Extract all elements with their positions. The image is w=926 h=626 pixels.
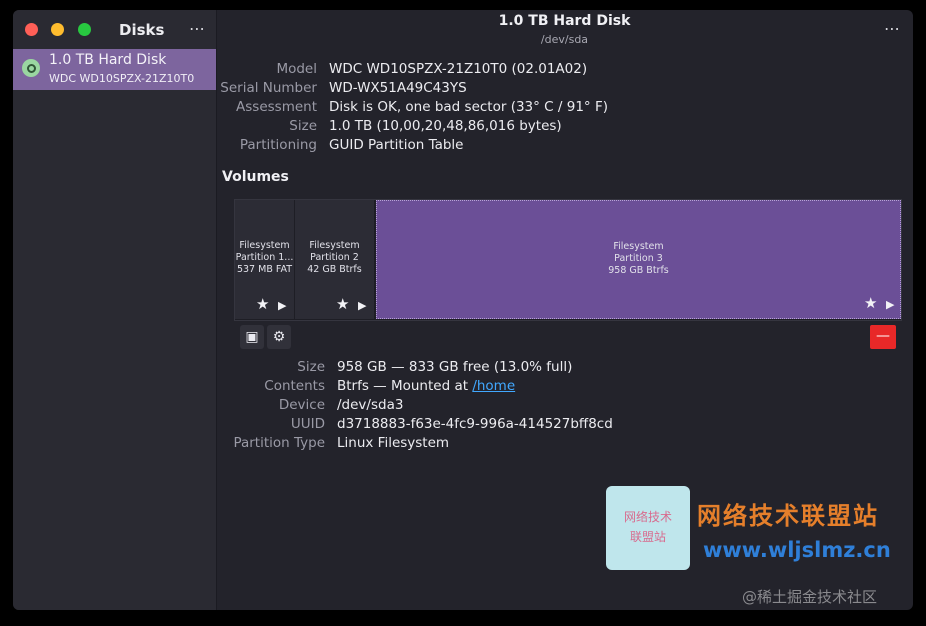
uuid-value: d3718883-f63e-4fc9-996a-414527bff8cd bbox=[337, 416, 613, 432]
watermark-logo-line1: 网络技术 bbox=[623, 510, 672, 524]
disk-device-path: /dev/sda bbox=[540, 33, 589, 46]
partition-2-type: Filesystem bbox=[309, 240, 360, 251]
sidebar-menu-button[interactable]: ⋯ bbox=[189, 19, 206, 38]
partition-1-size: 537 MB FAT bbox=[236, 264, 293, 275]
star-icon: ★ bbox=[336, 295, 350, 313]
unmount-button[interactable]: ▣ bbox=[240, 325, 264, 349]
disks-window: Disks ⋯ 1.0 TB Hard Disk WDC WD10SPZX-21… bbox=[13, 10, 913, 610]
partition-1-text: Filesystem Partition 1... 537 MB FAT bbox=[235, 240, 294, 276]
partition-3-type: Filesystem bbox=[613, 241, 664, 252]
volumes-heading: Volumes bbox=[222, 169, 289, 185]
partition-settings-button[interactable]: ⚙ bbox=[267, 325, 291, 349]
disk-item-name: 1.0 TB Hard Disk bbox=[49, 52, 167, 68]
assessment-label: Assessment bbox=[236, 99, 317, 115]
star-icon: ★ bbox=[864, 294, 878, 312]
maximize-window-button[interactable] bbox=[78, 23, 91, 36]
watermark-url: www.wljslmz.cn bbox=[703, 538, 891, 562]
partitioning-label: Partitioning bbox=[239, 137, 317, 153]
partition-1-block[interactable]: Filesystem Partition 1... 537 MB FAT ★ ▶ bbox=[235, 200, 294, 319]
serial-number-label: Serial Number bbox=[220, 80, 317, 96]
partition-3-name: Partition 3 bbox=[614, 253, 663, 264]
partition-1-name: Partition 1... bbox=[235, 252, 294, 263]
watermark-logo: 网络技术 联盟站 bbox=[606, 486, 690, 570]
partition-size-label: Size bbox=[297, 359, 325, 375]
disk-drive-icon bbox=[22, 59, 40, 77]
uuid-label: UUID bbox=[290, 416, 325, 432]
disk-item-model: WDC WD10SPZX-21Z10T0 bbox=[49, 72, 195, 85]
partition-3-size: 958 GB Btrfs bbox=[608, 265, 669, 276]
disk-title: 1.0 TB Hard Disk bbox=[498, 13, 631, 29]
partition-type-value: Linux Filesystem bbox=[337, 435, 450, 451]
partition-2-block[interactable]: Filesystem Partition 2 42 GB Btrfs ★ ▶ bbox=[295, 200, 374, 319]
contents-text: Btrfs — Mounted at bbox=[337, 378, 473, 394]
partition-size-value: 958 GB — 833 GB free (13.0% full) bbox=[337, 359, 573, 375]
partition-3-block[interactable]: Filesystem Partition 3 958 GB Btrfs ★ ▶ bbox=[376, 200, 901, 319]
partitioning-value: GUID Partition Table bbox=[329, 137, 464, 153]
sidebar: Disks ⋯ 1.0 TB Hard Disk WDC WD10SPZX-21… bbox=[13, 10, 217, 610]
contents-label: Contents bbox=[264, 378, 325, 394]
serial-number-value: WD-WX51A49C43YS bbox=[329, 80, 467, 96]
volume-map: Filesystem Partition 1... 537 MB FAT ★ ▶… bbox=[234, 199, 902, 321]
partition-2-name: Partition 2 bbox=[310, 252, 359, 263]
play-icon: ▶ bbox=[358, 299, 367, 312]
contents-value: Btrfs — Mounted at /home bbox=[337, 378, 515, 394]
partition-type-label: Partition Type bbox=[233, 435, 325, 451]
watermark-title: 网络技术联盟站 bbox=[697, 502, 879, 530]
delete-partition-button[interactable]: — bbox=[870, 325, 896, 349]
watermark-logo-line2: 联盟站 bbox=[629, 530, 666, 544]
assessment-value: Disk is OK, one bad sector (33° C / 91° … bbox=[329, 99, 608, 115]
size-label: Size bbox=[289, 118, 317, 134]
partition-2-text: Filesystem Partition 2 42 GB Btrfs bbox=[295, 240, 374, 276]
size-value: 1.0 TB (10,00,20,48,86,016 bytes) bbox=[329, 118, 562, 134]
watermark-corner: @稀土掘金技术社区 bbox=[742, 588, 878, 606]
stop-icon: ▣ bbox=[245, 329, 259, 345]
device-value: /dev/sda3 bbox=[337, 397, 404, 413]
model-label: Model bbox=[276, 61, 317, 77]
play-icon: ▶ bbox=[278, 299, 287, 312]
minus-icon: — bbox=[876, 328, 890, 344]
device-label: Device bbox=[278, 397, 325, 413]
partition-1-type: Filesystem bbox=[239, 240, 290, 251]
star-icon: ★ bbox=[256, 295, 270, 313]
sidebar-title: Disks bbox=[119, 21, 165, 39]
partition-3-text: Filesystem Partition 3 958 GB Btrfs bbox=[377, 241, 900, 277]
minimize-window-button[interactable] bbox=[51, 23, 64, 36]
mount-point-link[interactable]: /home bbox=[472, 378, 515, 394]
model-value: WDC WD10SPZX-21Z10T0 (02.01A02) bbox=[329, 61, 588, 77]
disk-menu-button[interactable]: ⋯ bbox=[884, 19, 901, 38]
gear-icon: ⚙ bbox=[272, 329, 286, 345]
disk-list-item[interactable]: 1.0 TB Hard Disk WDC WD10SPZX-21Z10T0 bbox=[13, 49, 216, 90]
partition-2-size: 42 GB Btrfs bbox=[307, 264, 362, 275]
play-icon: ▶ bbox=[886, 298, 895, 311]
close-window-button[interactable] bbox=[25, 23, 38, 36]
